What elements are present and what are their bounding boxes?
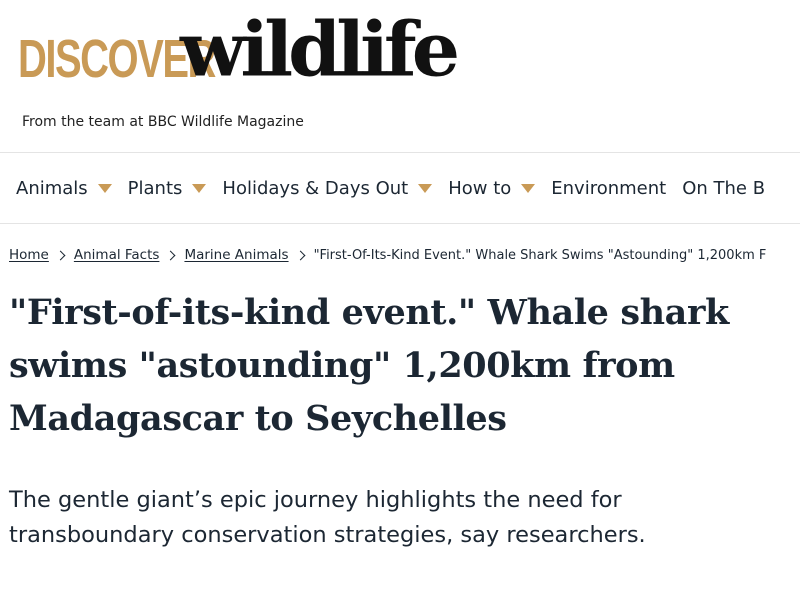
caret-down-icon[interactable] <box>97 183 112 193</box>
logo-discover-text: DISCOVER <box>18 29 216 89</box>
site-header: DISCOVER wildlife From the team at BBC W… <box>0 0 800 152</box>
article-headline: "First-of-its-kind event." Whale shark s… <box>9 292 729 439</box>
site-logo[interactable]: DISCOVER wildlife <box>18 5 460 94</box>
nav-item-label: Plants <box>127 177 183 199</box>
nav-item-how-to[interactable]: How to <box>448 177 536 199</box>
nav-item-plants[interactable]: Plants <box>128 178 207 199</box>
chevron-right-icon <box>295 250 306 260</box>
nav-item-environment[interactable]: Environment <box>551 178 666 199</box>
nav-item-on-the-b[interactable]: On The B <box>682 178 765 199</box>
nav-item-label: On The B <box>682 177 766 199</box>
logo-wildlife-text: wildlife <box>180 5 460 94</box>
breadcrumb-animal-facts-link[interactable]: Animal Facts <box>74 247 160 263</box>
site-tagline: From the team at BBC Wildlife Magazine <box>22 114 304 130</box>
caret-down-icon[interactable] <box>418 183 433 193</box>
nav-divider <box>0 223 800 224</box>
nav-item-label: Environment <box>551 177 667 199</box>
nav-list: Animals Plants Holidays & Days Out How t… <box>0 153 800 223</box>
caret-down-icon[interactable] <box>521 183 536 193</box>
article-standfirst: The gentle giant’s epic journey highligh… <box>9 487 646 548</box>
chevron-right-icon <box>165 250 176 260</box>
main-navigation: Animals Plants Holidays & Days Out How t… <box>0 153 800 223</box>
nav-item-label: How to <box>448 177 512 199</box>
caret-down-icon[interactable] <box>192 183 207 193</box>
nav-item-label: Animals <box>16 177 88 199</box>
breadcrumb-marine-animals-link[interactable]: Marine Animals <box>184 247 288 263</box>
chevron-right-icon <box>55 250 66 260</box>
breadcrumb-current-page: "First-Of-Its-Kind Event." Whale Shark S… <box>313 247 767 263</box>
breadcrumb: Home Animal Facts Marine Animals "First-… <box>9 247 800 263</box>
nav-item-animals[interactable]: Animals <box>16 178 112 199</box>
breadcrumb-home-link[interactable]: Home <box>9 247 49 263</box>
nav-item-label: Holidays & Days Out <box>222 177 409 199</box>
nav-item-holidays-days-out[interactable]: Holidays & Days Out <box>222 177 433 199</box>
